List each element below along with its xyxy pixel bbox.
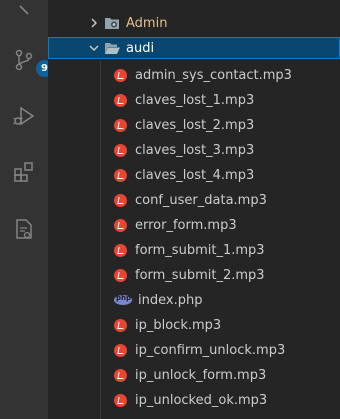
audio-icon [114,118,127,132]
file-item[interactable]: claves_lost_1.mp3 [48,89,340,111]
file-item[interactable]: form_submit_2.mp3 [48,264,340,286]
file-explorer: Admin audi admin_sys_contact.mp3 claves_l… [48,0,340,419]
folder-icon [105,18,119,29]
chevron-right-icon [91,18,97,28]
file-label: claves_lost_3.mp3 [135,142,255,158]
file-label: ip_block.mp3 [135,317,222,333]
audio-icon [114,93,127,107]
audio-icon [114,218,127,232]
php-icon [114,294,132,305]
file-item[interactable]: conf_user_data.mp3 [48,189,340,211]
file-item[interactable]: claves_lost_4.mp3 [48,164,340,186]
chevron-down-icon [89,45,99,51]
audio-icon [114,143,127,157]
file-item[interactable]: ip_confirm_unlock.mp3 [48,339,340,361]
audio-icon [114,168,127,182]
file-label: ip_unlocked_ok.mp3 [135,392,268,408]
file-item[interactable]: error_form.mp3 [48,214,340,236]
audio-icon [114,243,127,257]
folder-open-icon [105,43,120,54]
audio-icon [114,68,127,82]
folder-audi[interactable]: audi [48,37,340,59]
audio-icon [114,343,127,357]
file-label: admin_sys_contact.mp3 [135,67,292,83]
file-item[interactable]: form_submit_1.mp3 [48,239,340,261]
source-control-icon[interactable] [12,48,36,72]
file-item[interactable]: admin_sys_contact.mp3 [48,64,340,86]
file-item[interactable]: ip_unlock_form.mp3 [48,364,340,386]
chevron-icon[interactable] [12,2,36,26]
remote-explorer-icon[interactable] [12,217,36,241]
run-debug-icon[interactable] [12,104,36,128]
folder-admin[interactable]: Admin [48,12,340,34]
audio-icon [114,193,127,207]
extensions-icon[interactable] [12,160,36,184]
file-label: index.php [138,292,203,308]
activity-bar: 9 [0,0,53,419]
audio-icon [114,393,127,407]
file-label: error_form.mp3 [135,217,237,233]
audio-icon [114,368,127,382]
file-label: ip_unlock_form.mp3 [135,367,267,383]
file-item[interactable]: claves_lost_3.mp3 [48,139,340,161]
file-item[interactable]: ip_block.mp3 [48,314,340,336]
file-item[interactable]: claves_lost_2.mp3 [48,114,340,136]
audio-icon [114,268,127,282]
file-label: ip_confirm_unlock.mp3 [135,342,286,358]
file-label: conf_user_data.mp3 [135,192,267,208]
folder-label: Admin [126,15,168,31]
file-item[interactable]: ip_unlocked_ok.mp3 [48,389,340,411]
file-label: claves_lost_1.mp3 [135,92,255,108]
folder-label: audi [126,40,155,56]
file-label: form_submit_2.mp3 [135,267,265,283]
file-label: form_submit_1.mp3 [135,242,265,258]
audio-icon [114,318,127,332]
file-label: claves_lost_4.mp3 [135,167,255,183]
file-item[interactable]: index.php [48,289,340,311]
file-label: claves_lost_2.mp3 [135,117,255,133]
